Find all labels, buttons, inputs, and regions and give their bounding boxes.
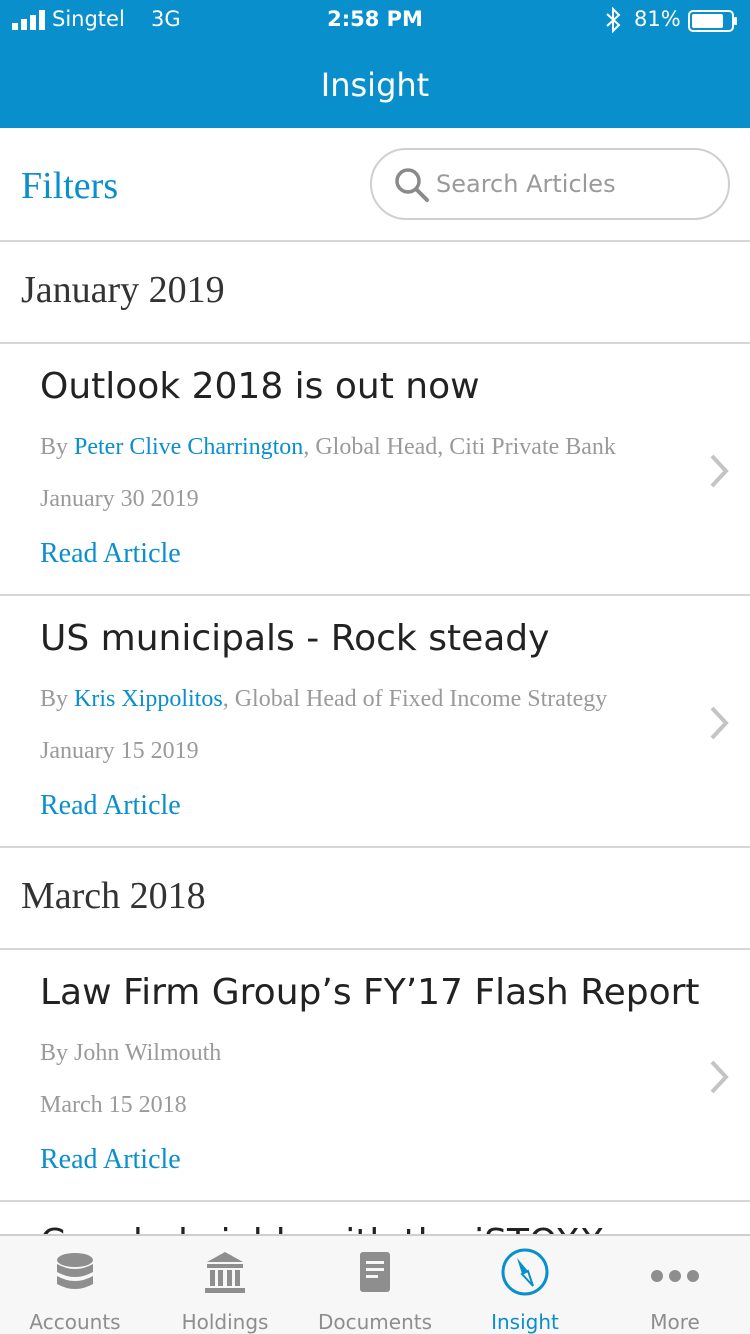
document-icon — [360, 1252, 390, 1292]
tab-label: Documents — [317, 1310, 433, 1334]
tab-holdings[interactable]: Holdings — [150, 1236, 300, 1334]
article-title: Coupled yields with the iSTOXX — [40, 1222, 604, 1234]
tab-label: More — [650, 1310, 700, 1334]
filter-row: Filters — [0, 128, 750, 242]
section-title: January 2019 — [21, 269, 225, 311]
bluetooth-icon — [606, 7, 621, 33]
article-byline: By Peter Clive Charrington, Global Head,… — [40, 434, 616, 461]
article-row[interactable]: Law Firm Group’s FY’17 Flash Report By J… — [0, 950, 750, 1202]
tab-label: Accounts — [29, 1310, 121, 1334]
bank-icon — [205, 1252, 245, 1293]
search-box[interactable] — [370, 148, 730, 220]
page-title: Insight — [320, 66, 430, 104]
author-link[interactable]: Peter Clive Charrington — [74, 434, 303, 460]
tab-label: Insight — [491, 1310, 559, 1334]
compass-icon — [501, 1248, 549, 1296]
chevron-right-icon[interactable] — [706, 452, 732, 490]
section-header: March 2018 — [0, 848, 750, 950]
article-row[interactable]: Outlook 2018 is out now By Peter Clive C… — [0, 344, 750, 596]
tab-documents[interactable]: Documents — [300, 1236, 450, 1334]
byline-prefix: By — [40, 434, 75, 460]
article-feed[interactable]: January 2019 Outlook 2018 is out now By … — [0, 242, 750, 1234]
tab-accounts[interactable]: Accounts — [0, 1236, 150, 1334]
article-title: Outlook 2018 is out now — [40, 366, 480, 407]
article-byline: By Kris Xippolitos, Global Head of Fixed… — [40, 686, 607, 713]
search-icon — [395, 168, 429, 202]
search-input[interactable] — [436, 150, 716, 218]
tab-bar: Accounts Holdings Documents Insight More — [0, 1234, 750, 1334]
chevron-right-icon[interactable] — [706, 704, 732, 742]
author-role: , Global Head, Citi Private Bank — [303, 434, 616, 460]
tab-insight[interactable]: Insight — [450, 1236, 600, 1334]
article-date: January 15 2019 — [40, 738, 199, 764]
read-article-link[interactable]: Read Article — [40, 538, 181, 570]
status-bar: Singtel 3G 2:58 PM 81% — [0, 0, 750, 40]
byline-prefix: By — [40, 686, 75, 712]
database-icon — [57, 1253, 93, 1289]
tab-label: Holdings — [181, 1310, 269, 1334]
article-title: US municipals - Rock steady — [40, 618, 550, 659]
read-article-link[interactable]: Read Article — [40, 790, 181, 822]
chevron-right-icon[interactable] — [706, 1058, 732, 1096]
article-date: January 30 2019 — [40, 486, 199, 512]
top-bar: Singtel 3G 2:58 PM 81% Insight — [0, 0, 750, 128]
section-title: March 2018 — [21, 875, 206, 917]
author-role: , Global Head of Fixed Income Strategy — [222, 686, 608, 712]
article-row[interactable]: US municipals - Rock steady By Kris Xipp… — [0, 596, 750, 848]
battery-icon — [688, 10, 737, 32]
section-header: January 2019 — [0, 242, 750, 344]
author-link[interactable]: Kris Xippolitos — [74, 686, 223, 712]
article-byline: By John Wilmouth — [40, 1040, 222, 1066]
filters-button[interactable]: Filters — [21, 164, 118, 208]
article-row[interactable]: Coupled yields with the iSTOXX — [0, 1202, 750, 1234]
more-dots-icon — [651, 1270, 699, 1282]
read-article-link[interactable]: Read Article — [40, 1144, 181, 1176]
battery-percent: 81% — [634, 7, 681, 31]
article-title: Law Firm Group’s FY’17 Flash Report — [40, 972, 700, 1013]
article-date: March 15 2018 — [40, 1092, 187, 1118]
tab-more[interactable]: More — [600, 1236, 750, 1334]
